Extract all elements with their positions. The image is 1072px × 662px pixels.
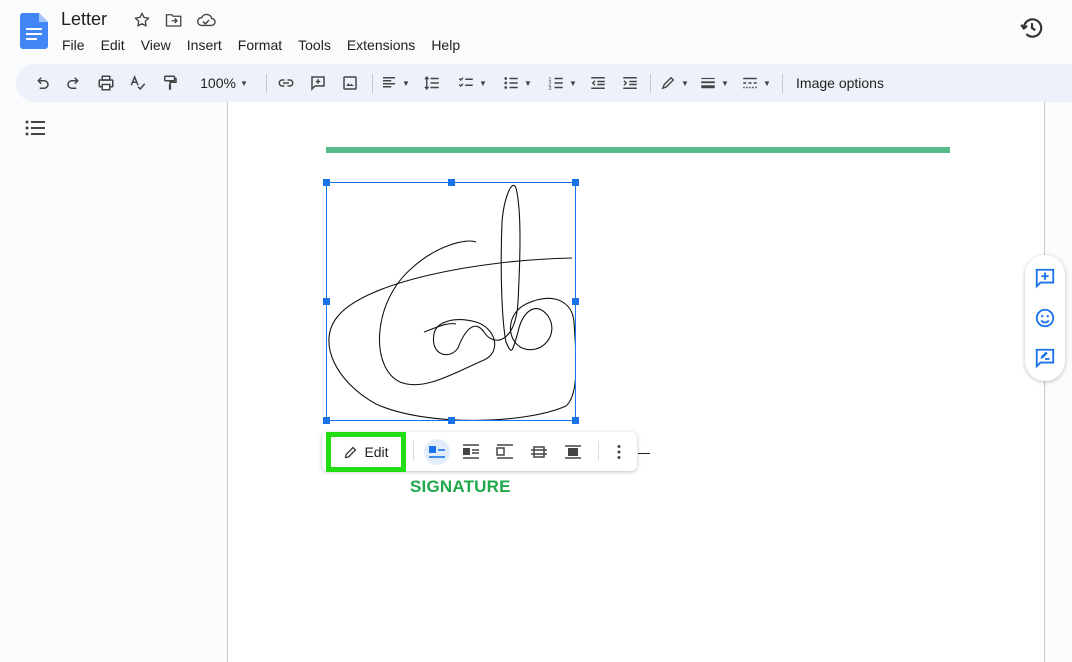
in-line-wrap-button[interactable] — [424, 439, 450, 465]
document-title[interactable]: Letter — [61, 9, 107, 30]
edit-label: Edit — [364, 444, 389, 460]
break-text-button[interactable] — [492, 439, 518, 465]
add-comment-icon[interactable] — [306, 64, 330, 102]
decrease-indent-icon[interactable] — [586, 64, 610, 102]
docs-logo-icon[interactable] — [20, 13, 48, 49]
spellcheck-icon[interactable] — [126, 64, 150, 102]
resize-handle[interactable] — [572, 417, 579, 424]
resize-handle[interactable] — [323, 298, 330, 305]
svg-text:3: 3 — [549, 86, 552, 92]
version-history-icon[interactable] — [1019, 15, 1045, 41]
insert-link-icon[interactable] — [274, 64, 298, 102]
chevron-down-icon: ▼ — [569, 78, 577, 88]
resize-handle[interactable] — [323, 179, 330, 186]
chevron-down-icon: ▼ — [681, 78, 689, 88]
insert-image-icon[interactable] — [338, 64, 362, 102]
resize-handle[interactable] — [323, 417, 330, 424]
checklist-select[interactable]: ▼ — [452, 64, 492, 102]
in-front-of-text-button[interactable] — [560, 439, 586, 465]
zoom-select[interactable]: 100% ▼ — [192, 64, 256, 102]
image-floating-toolbar: Edit — [322, 432, 637, 472]
menu-view[interactable]: View — [133, 35, 179, 55]
edit-image-button[interactable]: Edit — [326, 432, 406, 472]
star-icon[interactable] — [130, 10, 154, 30]
horizontal-rule — [326, 147, 950, 153]
menu-bar: File Edit View Insert Format Tools Exten… — [54, 35, 468, 55]
chevron-down-icon: ▼ — [524, 78, 532, 88]
line-spacing-icon[interactable] — [420, 64, 444, 102]
menu-extensions[interactable]: Extensions — [339, 35, 423, 55]
menu-format[interactable]: Format — [230, 35, 290, 55]
move-folder-icon[interactable] — [162, 10, 186, 30]
paint-format-icon[interactable] — [158, 64, 182, 102]
resize-handle[interactable] — [448, 417, 455, 424]
menu-insert[interactable]: Insert — [179, 35, 230, 55]
suggest-edits-icon[interactable] — [1034, 347, 1056, 369]
add-comment-icon[interactable] — [1034, 267, 1056, 289]
image-selection-box[interactable] — [323, 179, 579, 424]
more-options-icon[interactable] — [606, 439, 632, 465]
resize-handle[interactable] — [572, 298, 579, 305]
add-emoji-reaction-icon[interactable] — [1034, 307, 1056, 329]
side-action-panel — [1025, 255, 1065, 381]
chevron-down-icon: ▼ — [479, 78, 487, 88]
resize-handle[interactable] — [448, 179, 455, 186]
chevron-down-icon: ▼ — [239, 78, 248, 88]
document-outline-icon[interactable] — [24, 118, 46, 138]
border-color-select[interactable]: ▼ — [656, 64, 692, 102]
image-options-button[interactable]: Image options — [792, 64, 888, 102]
border-weight-select[interactable]: ▼ — [696, 64, 732, 102]
bulleted-list-select[interactable]: ▼ — [497, 64, 537, 102]
chevron-down-icon: ▼ — [402, 78, 410, 88]
undo-icon[interactable] — [30, 64, 54, 102]
resize-handle[interactable] — [572, 179, 579, 186]
chevron-down-icon: ▼ — [763, 78, 771, 88]
pencil-icon — [343, 445, 358, 460]
signature-label: SIGNATURE — [410, 477, 511, 496]
menu-help[interactable]: Help — [423, 35, 468, 55]
text-line-fragment — [638, 453, 650, 454]
behind-text-button[interactable] — [526, 439, 552, 465]
increase-indent-icon[interactable] — [618, 64, 642, 102]
cloud-saved-icon[interactable] — [194, 10, 218, 30]
main-toolbar: 100% ▼ ▼ ▼ ▼ 123 ▼ ▼ ▼ ▼ Image options — [16, 64, 1072, 102]
image-options-label: Image options — [796, 75, 884, 91]
redo-icon[interactable] — [62, 64, 86, 102]
print-icon[interactable] — [94, 64, 118, 102]
menu-tools[interactable]: Tools — [290, 35, 339, 55]
wrap-text-button[interactable] — [458, 439, 484, 465]
menu-edit[interactable]: Edit — [93, 35, 133, 55]
zoom-value: 100% — [200, 75, 236, 91]
numbered-list-select[interactable]: 123 ▼ — [542, 64, 582, 102]
align-select[interactable]: ▼ — [378, 64, 412, 102]
menu-file[interactable]: File — [54, 35, 93, 55]
chevron-down-icon: ▼ — [721, 78, 729, 88]
border-dash-select[interactable]: ▼ — [738, 64, 774, 102]
